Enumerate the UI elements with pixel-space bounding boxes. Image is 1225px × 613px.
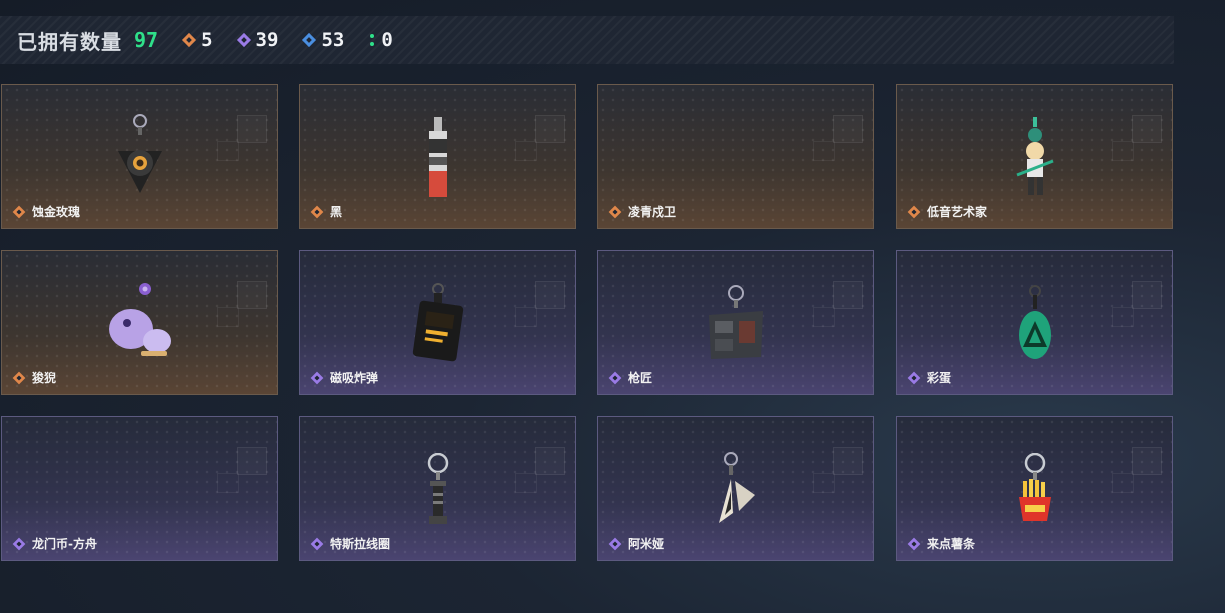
stat-orange-count: 5 xyxy=(201,29,213,51)
bass-artist-figure-charm-icon xyxy=(1013,117,1057,203)
charm-name: 磁吸炸弹 xyxy=(330,371,379,385)
charm-name: 特斯拉线圈 xyxy=(330,537,391,551)
green-egg-charm-icon xyxy=(1015,285,1055,369)
purple-rarity-icon xyxy=(311,537,324,550)
purple-rarity-icon xyxy=(609,371,622,384)
charm-name: 来点薯条 xyxy=(927,537,976,551)
orange-rarity-icon xyxy=(182,33,196,47)
owned-label: 已拥有数量 xyxy=(17,29,122,54)
green-rarity-icon xyxy=(368,33,376,47)
amiya-ears-charm-icon xyxy=(711,451,761,535)
orange-rarity-icon xyxy=(908,205,921,218)
orange-rarity-icon xyxy=(609,205,622,218)
stat-green: 0 xyxy=(368,29,393,51)
charm-name: 凌青戍卫 xyxy=(628,205,677,219)
tesla-coil-charm-icon xyxy=(423,452,453,537)
charm-card[interactable]: 蚀金玫瑰 xyxy=(1,84,278,229)
orange-rarity-icon xyxy=(13,371,26,384)
purple-rarity-icon xyxy=(908,371,921,384)
owned-count-bar: 已拥有数量 97 5 39 53 0 xyxy=(0,16,1174,64)
charm-card[interactable]: 特斯拉线圈 xyxy=(299,416,576,561)
purple-rarity-icon xyxy=(609,537,622,550)
orange-rarity-icon xyxy=(13,205,26,218)
charm-card[interactable]: 黑 xyxy=(299,84,576,229)
stat-blue: 53 xyxy=(302,29,344,51)
orange-rarity-icon xyxy=(311,205,324,218)
charm-name: 狻猊 xyxy=(32,371,57,385)
stat-green-count: 0 xyxy=(381,29,393,51)
stat-purple: 39 xyxy=(237,29,279,51)
gold-rose-charm-icon xyxy=(110,113,170,199)
charm-card[interactable]: 枪匠 xyxy=(597,250,874,395)
charm-card[interactable]: 狻猊 xyxy=(1,250,278,395)
purple-rarity-icon xyxy=(13,537,26,550)
black-tube-charm-icon xyxy=(423,117,453,203)
stat-purple-count: 39 xyxy=(255,29,279,51)
purple-rarity-icon xyxy=(311,371,324,384)
charm-card[interactable]: 凌青戍卫 xyxy=(597,84,874,229)
owned-count: 97 xyxy=(134,28,159,52)
charm-name: 低音艺术家 xyxy=(927,205,988,219)
purple-lion-charm-icon xyxy=(105,281,175,369)
charm-card[interactable]: 彩蛋 xyxy=(896,250,1173,395)
charm-card[interactable]: 阿米娅 xyxy=(597,416,874,561)
charm-name: 龙门币-方舟 xyxy=(32,537,97,551)
charm-card[interactable]: 低音艺术家 xyxy=(896,84,1173,229)
charm-name: 彩蛋 xyxy=(927,371,952,385)
gunsmith-box-charm-icon xyxy=(703,285,769,367)
fries-charm-icon xyxy=(1015,452,1055,537)
charm-name: 阿米娅 xyxy=(628,537,665,551)
purple-rarity-icon xyxy=(908,537,921,550)
charm-card[interactable]: 龙门币-方舟 xyxy=(1,416,278,561)
charm-name: 蚀金玫瑰 xyxy=(32,205,81,219)
stat-orange: 5 xyxy=(182,29,212,51)
charm-card[interactable]: 磁吸炸弹 xyxy=(299,250,576,395)
magnetic-bomb-charm-icon xyxy=(410,283,466,367)
blue-rarity-icon xyxy=(302,33,316,47)
stat-blue-count: 53 xyxy=(321,29,345,51)
purple-rarity-icon xyxy=(237,33,251,47)
charm-name: 黑 xyxy=(330,205,343,219)
charm-card[interactable]: 来点薯条 xyxy=(896,416,1173,561)
charm-name: 枪匠 xyxy=(628,371,653,385)
